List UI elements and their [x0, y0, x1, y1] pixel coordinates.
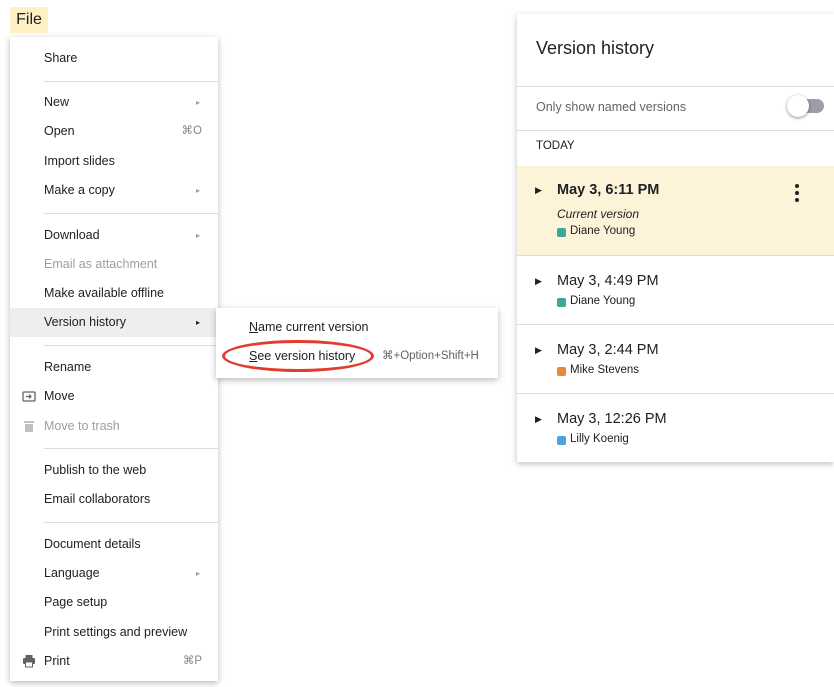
- version-row[interactable]: ▶ May 3, 12:26 PM Lilly Koenig: [517, 393, 834, 462]
- menu-item-move[interactable]: Move: [10, 382, 218, 411]
- menu-item-print-settings-and-preview[interactable]: Print settings and preview: [10, 618, 218, 647]
- toggle-knob[interactable]: [787, 95, 809, 117]
- name-current-version-item[interactable]: Name current version: [249, 317, 369, 337]
- version-row[interactable]: ▶ May 3, 4:49 PM Diane Young: [517, 255, 834, 324]
- menu-item-label: Move to trash: [44, 419, 120, 433]
- section-header: TODAY: [536, 140, 575, 152]
- menu-item-label: Download: [44, 228, 100, 242]
- menu-item-label: Make a copy: [44, 183, 115, 197]
- menu-item-label: Publish to the web: [44, 463, 147, 477]
- menu-item-label: Language: [44, 566, 100, 580]
- version-row[interactable]: ▶ May 3, 6:11 PM Current version Diane Y…: [517, 166, 834, 255]
- expand-arrow-icon[interactable]: ▶: [535, 276, 542, 287]
- menu-item-open[interactable]: Open ⌘O: [10, 117, 218, 146]
- menu-divider: [44, 345, 218, 346]
- menu-item-label: Rename: [44, 360, 92, 374]
- version-datetime: May 3, 4:49 PM: [557, 273, 659, 289]
- menu-item-make-available-offline[interactable]: Make available offline: [10, 279, 218, 308]
- shortcut-hint: ⌘+Option+Shift+H: [382, 350, 479, 362]
- menu-item-label: Import slides: [44, 154, 115, 168]
- user-color-swatch: [557, 298, 566, 307]
- menu-item-label: New: [44, 95, 70, 109]
- menu-item-label: Version history: [44, 315, 126, 329]
- menu-item-publish-to-the-web[interactable]: Publish to the web: [10, 456, 218, 485]
- menu-item-document-details[interactable]: Document details: [10, 530, 218, 559]
- menu-item-label: Open: [44, 124, 75, 138]
- menu-item-import-slides[interactable]: Import slides: [10, 147, 218, 176]
- highlight-annotation-circle: [222, 340, 374, 372]
- mnemonic-letter: N: [249, 320, 259, 334]
- version-author: Lilly Koenig: [570, 433, 629, 445]
- menu-divider: [44, 81, 218, 82]
- menu-item-label: Make available offline: [44, 286, 164, 300]
- current-version-note: Current version: [557, 207, 640, 221]
- shortcut-hint: ⌘P: [182, 655, 202, 667]
- user-color-swatch: [557, 228, 566, 237]
- folder-move-icon: [22, 382, 36, 411]
- submenu-item-label: ame current version: [258, 320, 369, 334]
- panel-title: Version history: [536, 38, 655, 58]
- menu-item-label: Print settings and preview: [44, 625, 188, 639]
- version-author: Mike Stevens: [570, 364, 640, 376]
- menu-item-rename[interactable]: Rename: [10, 353, 218, 382]
- menu-item-new[interactable]: New ▸: [10, 88, 218, 117]
- expand-arrow-icon[interactable]: ▶: [535, 185, 542, 196]
- version-history-panel: Version history Only show named versions…: [517, 14, 834, 462]
- menu-item-email-as-attachment: Email as attachment: [10, 250, 218, 279]
- version-datetime: May 3, 6:11 PM: [557, 182, 660, 198]
- menu-item-email-collaborators[interactable]: Email collaborators: [10, 485, 218, 514]
- submenu-arrow-icon: ▸: [196, 186, 201, 195]
- menu-item-version-history[interactable]: Version history ▸: [10, 308, 218, 337]
- submenu-arrow-icon: ▸: [196, 98, 201, 107]
- submenu-arrow-icon: ▸: [196, 231, 201, 240]
- panel-divider: [517, 130, 834, 131]
- menu-item-print[interactable]: Print ⌘P: [10, 647, 218, 676]
- submenu-arrow-icon: ▸: [196, 318, 201, 327]
- user-color-swatch: [557, 367, 566, 376]
- version-author: Diane Young: [570, 295, 636, 307]
- expand-arrow-icon[interactable]: ▶: [535, 345, 542, 356]
- menu-item-share[interactable]: Share: [10, 44, 218, 73]
- version-datetime: May 3, 12:26 PM: [557, 411, 667, 427]
- version-datetime: May 3, 2:44 PM: [557, 342, 659, 358]
- menu-item-label: Email as attachment: [44, 257, 158, 271]
- version-row[interactable]: ▶ May 3, 2:44 PM Mike Stevens: [517, 324, 834, 393]
- printer-icon: [22, 647, 36, 676]
- menu-item-download[interactable]: Download ▸: [10, 221, 218, 250]
- menu-item-make-a-copy[interactable]: Make a copy ▸: [10, 176, 218, 205]
- menu-item-label: Share: [44, 51, 78, 65]
- file-menu: Share New ▸ Open ⌘O Import slides Make a…: [10, 37, 218, 681]
- menu-item-label: Print: [44, 654, 70, 668]
- menu-item-move-to-trash: Move to trash: [10, 412, 218, 441]
- menu-divider: [44, 448, 218, 449]
- trash-icon: [22, 412, 36, 441]
- file-menu-tab[interactable]: File: [10, 7, 48, 33]
- menu-divider: [44, 522, 218, 523]
- named-versions-toggle-label: Only show named versions: [536, 100, 687, 114]
- menu-item-label: Move: [44, 389, 75, 403]
- menu-item-language[interactable]: Language ▸: [10, 559, 218, 588]
- menu-item-label: Page setup: [44, 595, 108, 609]
- expand-arrow-icon[interactable]: ▶: [535, 414, 542, 425]
- panel-divider: [517, 86, 834, 87]
- version-author: Diane Young: [570, 225, 636, 237]
- menu-item-label: Email collaborators: [44, 492, 151, 506]
- more-vert-icon[interactable]: [795, 184, 799, 205]
- menu-item-page-setup[interactable]: Page setup: [10, 588, 218, 617]
- submenu-arrow-icon: ▸: [196, 569, 201, 578]
- menu-item-label: Document details: [44, 537, 141, 551]
- shortcut-hint: ⌘O: [181, 125, 202, 137]
- menu-divider: [44, 213, 218, 214]
- user-color-swatch: [557, 436, 566, 445]
